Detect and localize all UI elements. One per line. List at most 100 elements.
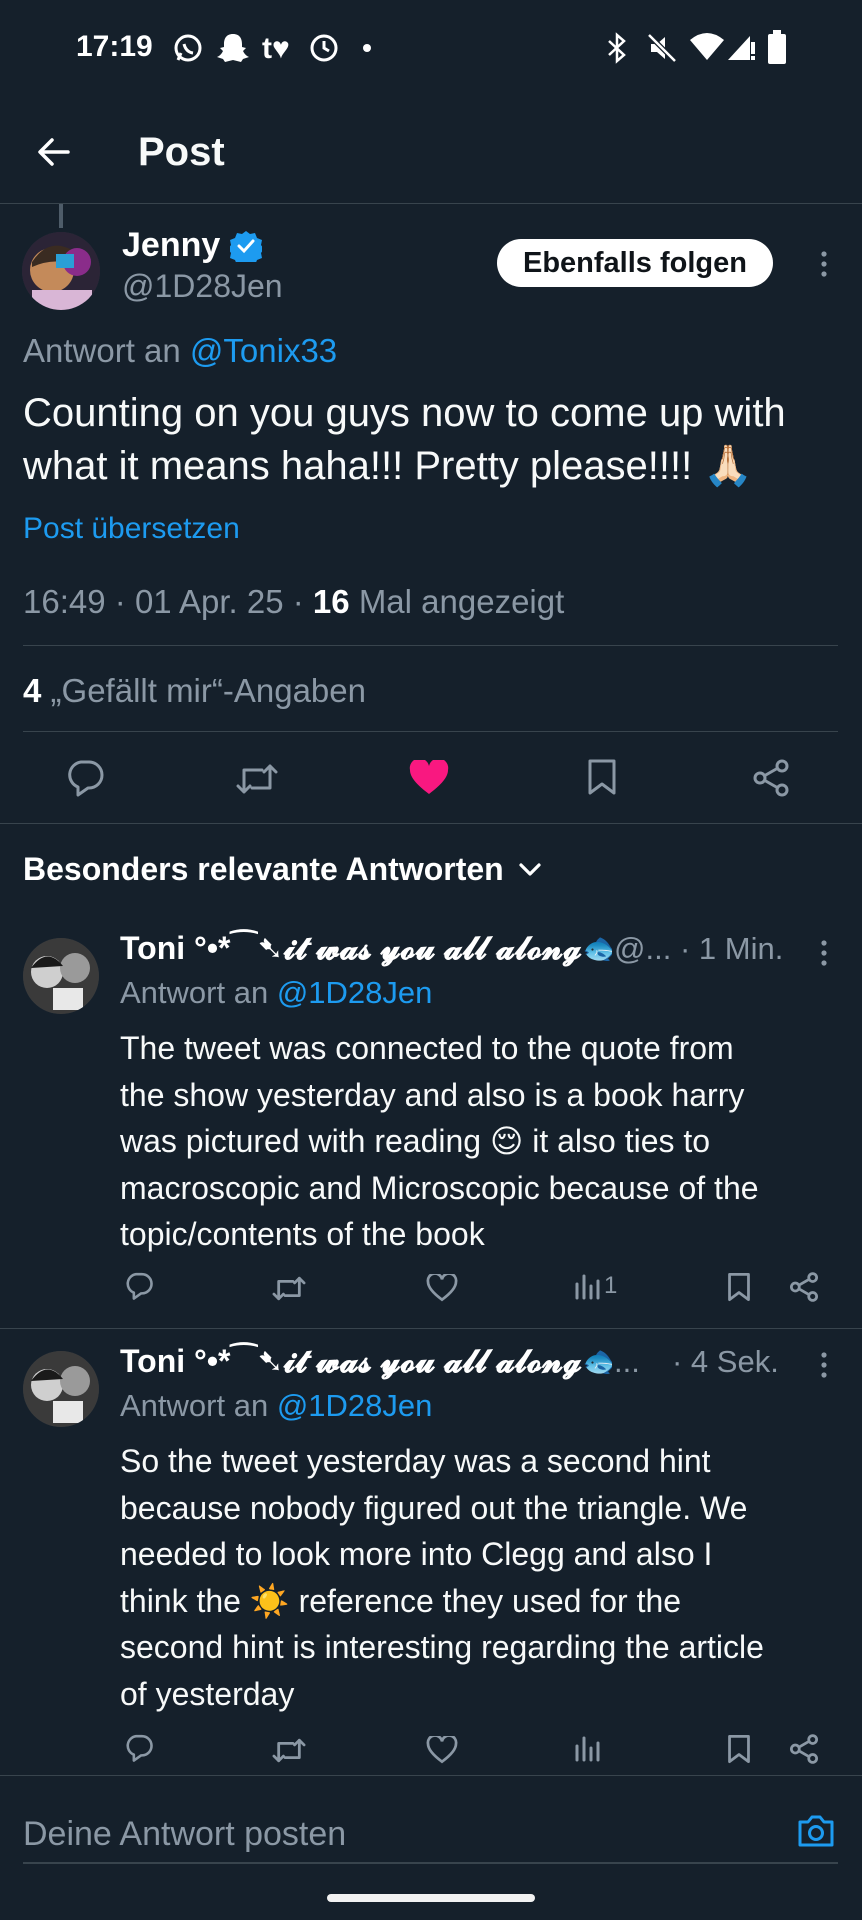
like-button[interactable] bbox=[409, 760, 449, 796]
reply-author-name[interactable]: Toni °•*⁀➷𝓲𝓽 𝔀𝓪𝓼 𝔂𝓸𝓾 𝓪𝓵𝓵 𝓪𝓵𝓸𝓷𝓰🐟 bbox=[120, 930, 622, 966]
reply-text-line: needed to look more into Clegg and also … bbox=[120, 1536, 713, 1572]
reply-tweet[interactable]: Toni °•*⁀➷𝓲𝓽 𝔀𝓪𝓼 𝔂𝓸𝓾 𝓪𝓵𝓵 𝓪𝓵𝓸𝓷𝓰🐟 ... · 4 … bbox=[0, 1329, 862, 1775]
camera-button[interactable] bbox=[796, 1814, 836, 1848]
replies-sort-dropdown[interactable]: Besonders relevante Antworten bbox=[23, 851, 542, 888]
wifi-icon bbox=[689, 32, 725, 62]
reply-text-line: think the ☀️ reference they used for the bbox=[120, 1582, 682, 1619]
chevron-down-icon bbox=[518, 862, 542, 878]
likes-count: 4 bbox=[23, 672, 42, 709]
reply-text-line: because nobody figured out the triangle.… bbox=[120, 1489, 748, 1526]
reply-icon bbox=[126, 1734, 153, 1762]
views-button[interactable] bbox=[574, 1734, 600, 1762]
tweet-date: 01 Apr. 25 bbox=[134, 583, 284, 620]
tweet-text-line: what it means haha!!! Pretty please!!!! … bbox=[23, 444, 754, 488]
reply-handle[interactable]: @... bbox=[612, 931, 672, 967]
more-options-icon[interactable] bbox=[818, 1351, 830, 1379]
share-icon bbox=[753, 759, 789, 797]
like-button[interactable] bbox=[426, 1736, 458, 1764]
reply-to-link[interactable]: @1D28Jen bbox=[277, 1388, 433, 1423]
reply-text-line: the show yesterday and also is a book ha… bbox=[120, 1076, 745, 1113]
reply-button[interactable] bbox=[124, 1734, 154, 1762]
reply-prefix: Antwort an bbox=[120, 1388, 269, 1423]
bookmark-button[interactable] bbox=[727, 1272, 751, 1302]
reply-text-line: macroscopic and Microscopic because of t… bbox=[120, 1169, 759, 1206]
home-indicator[interactable] bbox=[327, 1894, 535, 1902]
reply-prefix: Antwort an bbox=[120, 975, 269, 1010]
signal-icon bbox=[726, 32, 756, 62]
author-handle[interactable]: @1D28Jen bbox=[122, 268, 283, 305]
arrow-left-icon bbox=[38, 138, 70, 166]
share-button[interactable] bbox=[789, 1734, 819, 1764]
share-icon bbox=[789, 1272, 819, 1302]
reply-time: · 1 Min. bbox=[680, 931, 790, 967]
reply-handle[interactable]: ... bbox=[612, 1344, 674, 1380]
repost-icon bbox=[272, 1738, 306, 1763]
bookmark-icon bbox=[728, 1272, 750, 1302]
tweet-text-line: Counting on you guys now to come up with bbox=[23, 391, 786, 435]
repost-button[interactable] bbox=[272, 1737, 306, 1764]
bluetooth-icon bbox=[606, 32, 628, 64]
share-button[interactable] bbox=[789, 1272, 819, 1302]
reply-button[interactable] bbox=[65, 759, 105, 797]
replies-sort-label: Besonders relevante Antworten bbox=[23, 851, 504, 887]
avatar[interactable] bbox=[22, 232, 100, 310]
avatar[interactable] bbox=[23, 1351, 99, 1427]
reply-text-line: topic/contents of the book bbox=[120, 1216, 485, 1252]
reply-context: Antwort an @Tonix33 bbox=[23, 332, 337, 370]
reply-to-link[interactable]: @1D28Jen bbox=[277, 975, 433, 1010]
reply-text-line: of yesterday bbox=[120, 1675, 295, 1712]
bookmark-button[interactable] bbox=[587, 758, 617, 796]
reply-text: The tweet was connected to the quote fro… bbox=[120, 1025, 855, 1258]
reply-input[interactable] bbox=[23, 1806, 763, 1862]
tumblr-icon: t♥ bbox=[262, 32, 290, 65]
repost-button[interactable] bbox=[236, 762, 278, 796]
tweet-meta: 16:49 · 01 Apr. 25 · 16 Mal angezeigt bbox=[23, 583, 564, 621]
clock-icon bbox=[308, 32, 340, 64]
camera-icon bbox=[798, 1815, 834, 1847]
thread-connector bbox=[59, 204, 63, 228]
back-button[interactable] bbox=[34, 132, 74, 172]
views-button[interactable]: 1 bbox=[574, 1272, 617, 1300]
page-title: Post bbox=[138, 130, 225, 174]
views-count: 16 bbox=[312, 583, 350, 620]
reply-composer bbox=[0, 1776, 862, 1920]
share-button[interactable] bbox=[752, 759, 790, 797]
reply-time: · 4 Sek. bbox=[672, 1344, 792, 1380]
translate-link[interactable]: Post übersetzen bbox=[23, 512, 240, 546]
views-label: Mal angezeigt bbox=[358, 583, 565, 620]
like-button[interactable] bbox=[426, 1274, 458, 1302]
share-icon bbox=[789, 1734, 819, 1764]
reply-text: So the tweet yesterday was a second hint… bbox=[120, 1438, 860, 1717]
repost-icon bbox=[272, 1276, 306, 1301]
reply-author-name[interactable]: Toni °•*⁀➷𝓲𝓽 𝔀𝓪𝓼 𝔂𝓸𝓾 𝓪𝓵𝓵 𝓪𝓵𝓸𝓷𝓰🐟 bbox=[120, 1343, 622, 1379]
bookmark-icon bbox=[588, 759, 616, 795]
tweet-text: Counting on you guys now to come up with… bbox=[23, 387, 853, 493]
reply-tweet[interactable]: Toni °•*⁀➷𝓲𝓽 𝔀𝓪𝓼 𝔂𝓸𝓾 𝓪𝓵𝓵 𝓪𝓵𝓸𝓷𝓰🐟 @... · 1… bbox=[0, 910, 862, 1328]
more-options-icon[interactable] bbox=[818, 250, 830, 278]
reply-text-line: second hint is interesting regarding the… bbox=[120, 1629, 764, 1665]
avatar[interactable] bbox=[23, 938, 99, 1014]
more-options-icon[interactable] bbox=[818, 939, 830, 967]
likes-summary[interactable]: 4 „Gefällt mir“-Angaben bbox=[23, 672, 366, 710]
whatsapp-icon bbox=[172, 32, 204, 64]
author-name[interactable]: Jenny bbox=[122, 226, 220, 265]
reply-icon bbox=[68, 760, 104, 797]
reply-icon bbox=[126, 1272, 153, 1300]
status-time: 17:19 bbox=[76, 30, 153, 63]
snapchat-icon bbox=[217, 31, 249, 65]
meta-separator: · bbox=[114, 583, 126, 620]
top-bar: Post bbox=[0, 100, 862, 203]
reply-to-link[interactable]: @Tonix33 bbox=[190, 332, 337, 369]
reply-button[interactable] bbox=[124, 1272, 154, 1300]
input-underline bbox=[23, 1862, 838, 1864]
battery-icon bbox=[767, 30, 787, 64]
repost-button[interactable] bbox=[272, 1275, 306, 1302]
status-bar: 17:19 t♥ bbox=[0, 0, 862, 100]
views-chart-icon bbox=[575, 1274, 600, 1300]
reply-context: Antwort an @1D28Jen bbox=[120, 1388, 432, 1424]
tweet-time: 16:49 bbox=[23, 583, 106, 620]
bookmark-button[interactable] bbox=[727, 1734, 751, 1764]
reply-text-line: was pictured with reading 😌 it also ties… bbox=[120, 1123, 711, 1159]
follow-back-button[interactable]: Ebenfalls folgen bbox=[497, 239, 773, 287]
heart-icon bbox=[426, 1274, 458, 1302]
